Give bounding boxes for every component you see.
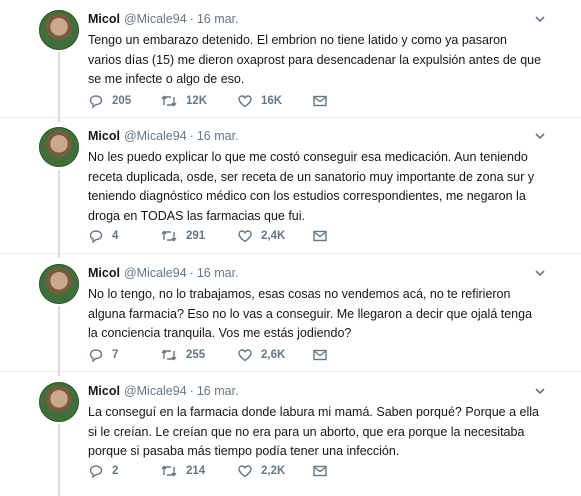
thread-connector [58,170,60,258]
retweet-button[interactable]: 255 [160,346,205,364]
tweet-text-line: varios días (15) me dieron oxaprost para… [88,52,542,67]
separator-dot: · [189,129,194,143]
retweet-count: 291 [186,230,206,242]
heart-icon [238,349,252,362]
thread-connector [58,306,60,376]
retweet-count: 255 [186,349,206,361]
avatar[interactable] [39,382,79,422]
avatar[interactable] [39,127,79,167]
tweet-header: Micol @Micale94 · 16 mar. [88,127,239,145]
chevron-down-icon[interactable] [533,266,547,280]
user-handle[interactable]: @Micale94 [124,384,187,398]
reply-button[interactable]: 2 [88,462,118,480]
envelope-icon [313,349,327,361]
like-count: 2,2K [261,465,286,477]
like-button[interactable]: 2,4K [237,227,285,245]
tweet-text-line: Tengo un embarazo detenido. El embrion n… [88,33,508,47]
tweet-header: Micol @Micale94 · 16 mar. [88,382,239,400]
reply-count: 2 [112,465,119,477]
tweet-text-line: No les puedo explicar lo que me costó co… [88,150,528,164]
tweet-date[interactable]: 16 mar. [197,384,239,398]
retweet-count: 214 [186,465,206,477]
tweet-date[interactable]: 16 mar. [197,266,239,280]
tweet-date[interactable]: 16 mar. [197,129,239,143]
like-count: 2,6K [261,349,286,361]
tweet-text-line: droga en TODAS las farmacias que fui. [88,208,306,223]
tweet-text: No les puedo explicar lo que me costó co… [88,148,558,226]
display-name[interactable]: Micol [88,129,120,143]
like-count: 2,4K [261,230,286,242]
user-handle[interactable]: @Micale94 [124,12,187,26]
avatar[interactable] [39,264,79,304]
direct-message-button[interactable] [312,92,328,110]
tweet-text-line: La conseguí en la farmacia donde labura … [88,405,539,419]
tweet-text: La conseguí en la farmacia donde labura … [88,403,558,462]
thread-connector [58,52,60,122]
tweet-text-line: porque si pasaba más tiempo podía tener … [88,444,400,458]
user-handle[interactable]: @Micale94 [124,129,187,143]
chevron-down-icon[interactable] [533,12,547,26]
retweet-icon [161,465,177,477]
tweet-date[interactable]: 16 mar. [197,12,239,26]
retweet-count: 12K [186,95,208,107]
tweet-header: Micol @Micale94 · 16 mar. [88,264,239,282]
display-name[interactable]: Micol [88,266,120,280]
retweet-icon [161,230,177,242]
envelope-icon [313,465,327,477]
tweet-text-line: se me infecte o algo de eso. [88,72,245,86]
display-name[interactable]: Micol [88,12,120,26]
like-button[interactable]: 2,2K [237,462,285,480]
reply-button[interactable]: 4 [88,227,118,245]
reply-count: 7 [112,349,119,361]
heart-icon [238,95,252,108]
thread-connector [58,424,60,496]
retweet-icon [161,95,177,107]
retweet-icon [161,349,177,361]
retweet-button[interactable]: 214 [160,462,205,480]
reply-icon [89,95,103,109]
like-button[interactable]: 2,6K [237,346,285,364]
reply-icon [89,465,103,479]
tweet-divider [0,117,581,118]
tweet-text: Tengo un embarazo detenido. El embrion n… [88,31,558,90]
tweet-header: Micol @Micale94 · 16 mar. [88,10,239,28]
display-name[interactable]: Micol [88,384,120,398]
reply-button[interactable]: 205 [88,92,131,110]
tweet-thread: Micol @Micale94 · 16 mar. Tengo un embarazo… [0,0,581,496]
envelope-icon [313,230,327,242]
tweet-text-line: si le creían. Le creían que no era para … [88,424,525,439]
retweet-button[interactable]: 291 [160,227,205,245]
separator-dot: · [189,266,194,280]
like-button[interactable]: 16K [237,92,282,110]
user-handle[interactable]: @Micale94 [124,266,187,280]
direct-message-button[interactable] [312,227,328,245]
tweet-text-line: la conciencia tranquila. Vos me estás jo… [88,326,352,340]
separator-dot: · [189,12,194,26]
reply-icon [89,349,103,363]
heart-icon [238,230,252,243]
tweet-text-line: alguna farmacia? Eso no lo vas a consegu… [88,306,533,321]
reply-count: 205 [112,95,132,107]
tweet-text-line: teniendo diagnóstico médico con los estu… [88,189,526,203]
tweet-divider [0,371,581,372]
separator-dot: · [189,384,194,398]
direct-message-button[interactable] [312,462,328,480]
direct-message-button[interactable] [312,346,328,364]
avatar[interactable] [39,10,79,50]
tweet-text-line: No lo tengo, no lo trabajamos, esas cosa… [88,287,511,301]
like-count: 16K [261,95,283,107]
chevron-down-icon[interactable] [533,384,547,398]
reply-icon [89,230,103,244]
reply-count: 4 [112,230,119,242]
heart-icon [238,465,252,478]
chevron-down-icon[interactable] [533,129,547,143]
tweet-text-line: receta duplicada, osde, ser receta de un… [88,169,535,184]
tweet-text: No lo tengo, no lo trabajamos, esas cosa… [88,285,558,344]
tweet-divider [0,253,581,254]
retweet-button[interactable]: 12K [160,92,207,110]
reply-button[interactable]: 7 [88,346,118,364]
envelope-icon [313,95,327,107]
